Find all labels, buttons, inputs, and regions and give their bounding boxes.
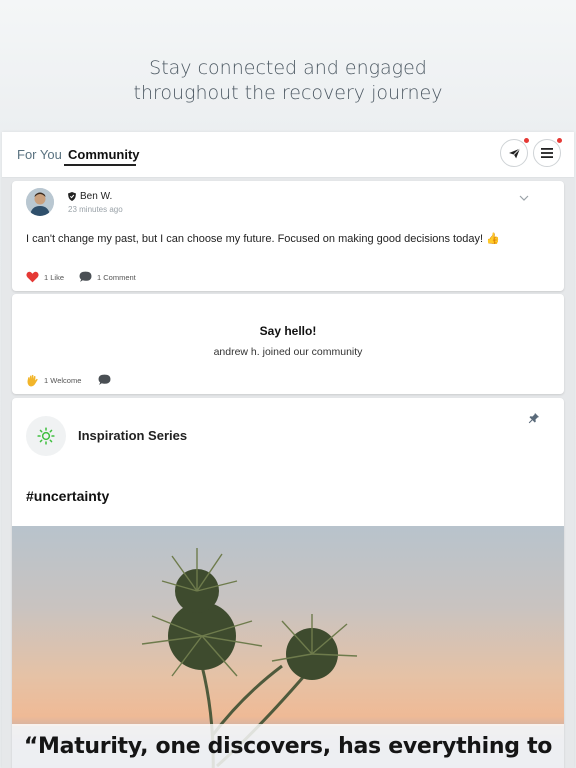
post-author[interactable]: Ben W. — [68, 191, 112, 202]
post-text: I can't change my past, but I can choose… — [26, 233, 500, 245]
comment-bubble-icon — [98, 374, 111, 385]
notification-dot — [523, 137, 530, 144]
user-photo — [26, 188, 54, 216]
welcome-comment-button[interactable] — [98, 374, 111, 386]
comment-button[interactable]: 1 Comment — [79, 271, 136, 283]
sun-icon — [37, 427, 55, 445]
series-title: Inspiration Series — [78, 428, 188, 443]
series-badge — [26, 416, 66, 456]
comment-bubble-icon — [79, 271, 92, 282]
chevron-down-icon[interactable] — [519, 195, 529, 201]
promo-line-2: throughout the recovery journey — [133, 82, 443, 104]
messages-button[interactable] — [500, 137, 530, 167]
avatar[interactable] — [26, 188, 54, 216]
hamburger-menu-icon — [541, 148, 553, 158]
top-navigation-bar: For You Community — [2, 132, 574, 178]
notification-dot — [556, 137, 563, 144]
inspiration-photo — [12, 526, 564, 768]
comment-count: 1 Comment — [97, 272, 136, 282]
promo-headline: Stay connected and engaged throughout th… — [0, 56, 576, 106]
tab-for-you[interactable]: For You — [17, 147, 62, 163]
like-button[interactable]: 1 Like — [26, 271, 64, 283]
waving-hand-icon — [27, 374, 38, 387]
welcome-button[interactable]: 1 Welcome — [26, 374, 81, 387]
post-timestamp: 23 minutes ago — [68, 205, 123, 214]
like-count: 1 Like — [44, 272, 65, 282]
inspiration-series-card: Inspiration Series #uncertainty “Maturit… — [12, 398, 564, 768]
tab-community[interactable]: Community — [68, 147, 140, 163]
welcome-card: Say hello! andrew h. joined our communit… — [12, 294, 564, 394]
app-frame: For You Community Ben W. 23 minutes ago … — [2, 132, 574, 768]
inspiration-quote: “Maturity, one discovers, has everything… — [23, 734, 553, 759]
welcome-subtitle: andrew h. joined our community — [213, 346, 363, 358]
series-hashtag: #uncertainty — [26, 488, 110, 504]
heart-icon — [26, 271, 39, 283]
active-tab-underline — [64, 164, 136, 166]
pin-icon[interactable] — [528, 412, 540, 424]
post-card: Ben W. 23 minutes ago I can't change my … — [12, 181, 564, 291]
author-name: Ben W. — [80, 191, 113, 202]
paper-plane-icon — [508, 147, 520, 158]
promo-line-1: Stay connected and engaged — [149, 57, 427, 79]
menu-button[interactable] — [533, 137, 563, 167]
cactus-sunset-image — [12, 526, 564, 768]
shield-icon — [68, 192, 76, 201]
welcome-title: Say hello! — [259, 324, 317, 338]
welcome-count: 1 Welcome — [44, 376, 82, 385]
